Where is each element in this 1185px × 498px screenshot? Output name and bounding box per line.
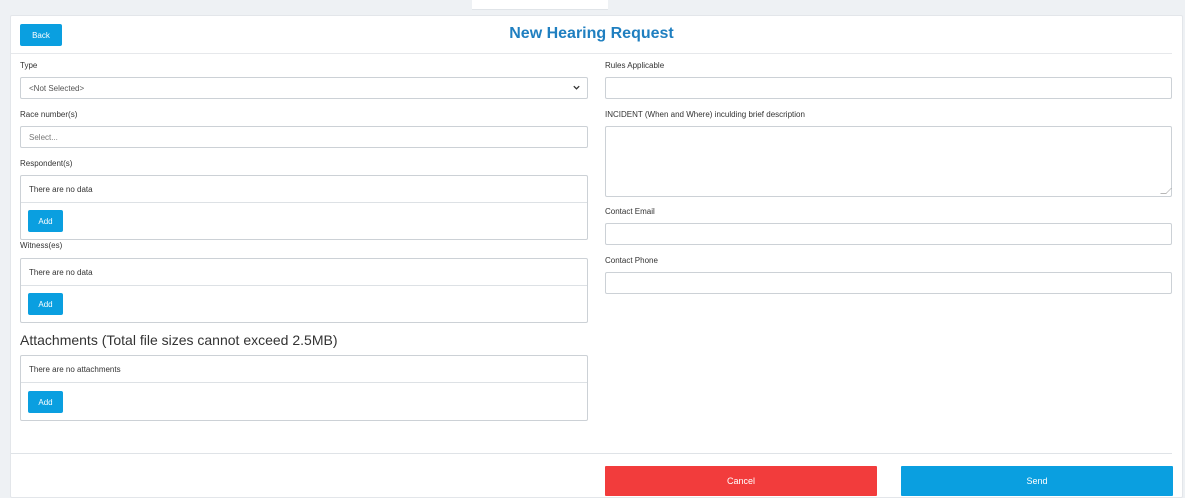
- respondents-list: There are no data Add: [20, 175, 588, 240]
- divider: [21, 202, 587, 203]
- panel-header: Back New Hearing Request: [11, 16, 1172, 54]
- divider: [21, 382, 587, 383]
- rules-label: Rules Applicable: [605, 61, 665, 70]
- witnesses-list: There are no data Add: [20, 258, 588, 323]
- attachments-title: Attachments (Total file sizes cannot exc…: [20, 332, 338, 348]
- add-respondent-button[interactable]: Add: [28, 210, 63, 232]
- type-label: Type: [20, 61, 38, 70]
- contact-email-input[interactable]: [605, 223, 1172, 245]
- race-number-input[interactable]: Select...: [20, 126, 588, 148]
- top-tab: [472, 0, 608, 10]
- incident-textarea[interactable]: [605, 126, 1172, 197]
- respondents-label: Respondent(s): [20, 159, 73, 168]
- chevron-down-icon: [572, 83, 581, 94]
- race-number-placeholder: Select...: [29, 133, 58, 142]
- page-title: New Hearing Request: [509, 25, 674, 42]
- cancel-button[interactable]: Cancel: [605, 466, 877, 496]
- hearing-request-panel: Back New Hearing Request Type <Not Selec…: [10, 15, 1183, 498]
- send-button[interactable]: Send: [901, 466, 1173, 496]
- resize-grip-icon[interactable]: [1160, 188, 1172, 194]
- attachments-empty-text: There are no attachments: [29, 365, 121, 374]
- divider: [21, 285, 587, 286]
- email-label: Contact Email: [605, 207, 655, 216]
- contact-phone-input[interactable]: [605, 272, 1172, 294]
- add-attachment-button[interactable]: Add: [28, 391, 63, 413]
- attachments-list: There are no attachments Add: [20, 355, 588, 421]
- witnesses-empty-text: There are no data: [29, 268, 93, 277]
- rules-applicable-input[interactable]: [605, 77, 1172, 99]
- incident-label: INCIDENT (When and Where) inculding brie…: [605, 110, 805, 119]
- respondents-empty-text: There are no data: [29, 185, 93, 194]
- witnesses-label: Witness(es): [20, 241, 63, 250]
- type-select[interactable]: <Not Selected>: [20, 77, 588, 99]
- panel-footer: Cancel Send: [11, 453, 1173, 498]
- add-witness-button[interactable]: Add: [28, 293, 63, 315]
- type-select-value: <Not Selected>: [29, 84, 85, 93]
- top-strip: [0, 0, 1185, 10]
- phone-label: Contact Phone: [605, 256, 658, 265]
- race-label: Race number(s): [20, 110, 78, 119]
